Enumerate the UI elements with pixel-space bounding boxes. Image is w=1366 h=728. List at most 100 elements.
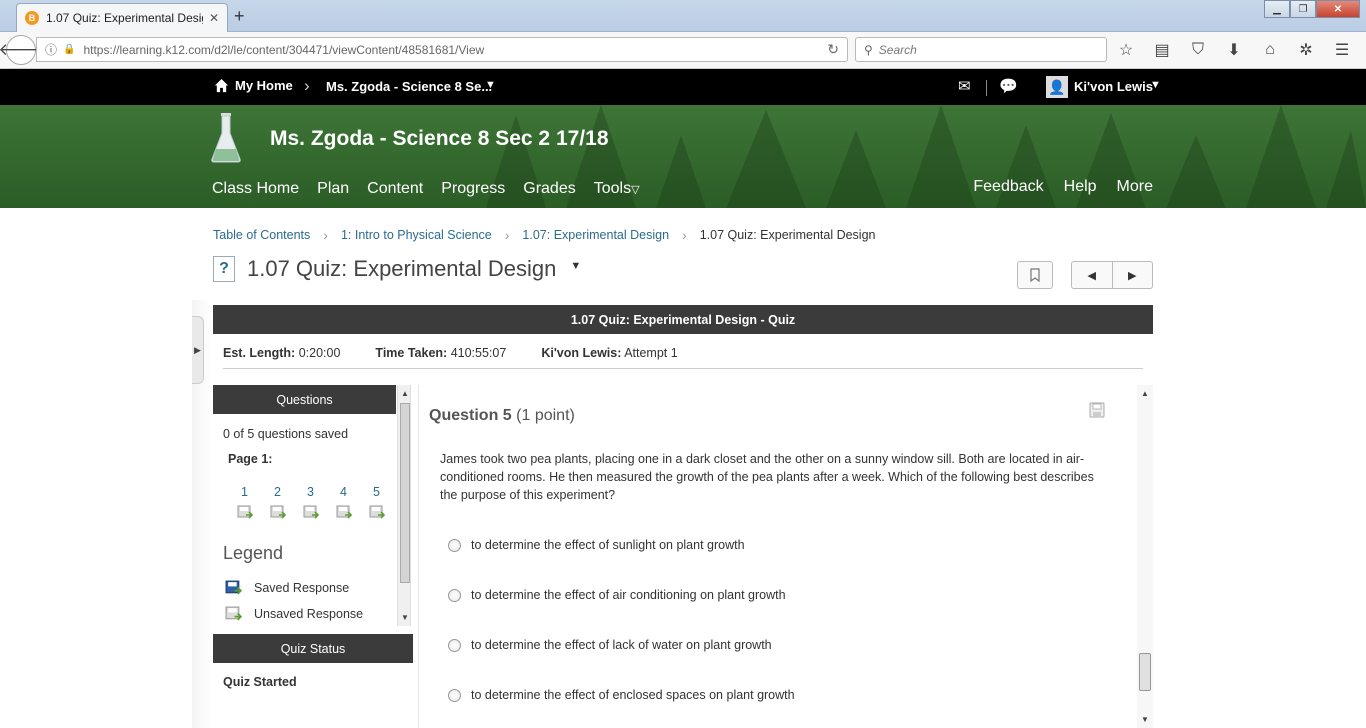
- nav-tools-label: Tools: [593, 180, 632, 197]
- scroll-up-icon[interactable]: ▲: [1141, 389, 1149, 398]
- close-tab-icon[interactable]: ✕: [209, 11, 219, 25]
- nav-plan[interactable]: Plan: [317, 180, 349, 198]
- message-alerts-icon[interactable]: ✉: [958, 77, 971, 95]
- chevron-down-icon[interactable]: ▼: [485, 79, 496, 91]
- chevron-down-icon[interactable]: ▼: [570, 260, 581, 272]
- course-selector[interactable]: Ms. Zgoda - Science 8 Se...: [326, 79, 492, 94]
- search-input[interactable]: ⚲ Search: [855, 37, 1107, 62]
- nav-progress[interactable]: Progress: [441, 180, 505, 198]
- breadcrumb-lesson[interactable]: 1.07: Experimental Design: [522, 228, 669, 242]
- back-button[interactable]: 🡐: [0, 35, 44, 65]
- flask-icon: [211, 113, 241, 163]
- nav-content[interactable]: Content: [367, 180, 423, 198]
- course-banner: Ms. Zgoda - Science 8 Sec 2 17/18 Class …: [0, 105, 1366, 208]
- answer-option-4[interactable]: to determine the effect of enclosed spac…: [448, 688, 795, 702]
- info-icon[interactable]: ⓘ: [45, 41, 57, 58]
- radio-button[interactable]: [448, 688, 461, 702]
- lock-icon: 🔒: [63, 44, 76, 55]
- course-title: Ms. Zgoda - Science 8 Sec 2 17/18: [270, 127, 609, 150]
- question-link-4[interactable]: 4: [327, 485, 360, 520]
- save-icon[interactable]: [1089, 402, 1105, 418]
- question-points: (1 point): [516, 407, 575, 424]
- question-link-3[interactable]: 3: [294, 485, 327, 520]
- bookmark-star-icon[interactable]: ☆: [1116, 40, 1136, 60]
- chevron-right-icon: ›: [304, 76, 310, 95]
- scrollbar-thumb[interactable]: [400, 403, 410, 583]
- question-link-1[interactable]: 1: [228, 485, 261, 520]
- reload-icon[interactable]: ↻: [827, 41, 839, 58]
- nav-class-home[interactable]: Class Home: [212, 180, 299, 198]
- page-title: 1.07 Quiz: Experimental Design: [247, 256, 557, 281]
- answer-option-1[interactable]: to determine the effect of sunlight on p…: [448, 538, 745, 552]
- pocket-icon[interactable]: ⛉: [1188, 40, 1208, 60]
- tab-title: 1.07 Quiz: Experimental Desig: [46, 11, 203, 25]
- extension-icon[interactable]: ✲: [1296, 40, 1316, 60]
- download-icon[interactable]: ⬇: [1224, 40, 1244, 60]
- question-link-2[interactable]: 2: [261, 485, 294, 520]
- browser-tab[interactable]: B 1.07 Quiz: Experimental Desig ✕: [16, 3, 228, 32]
- nav-feedback[interactable]: Feedback: [973, 178, 1043, 196]
- page-title-row: ? 1.07 Quiz: Experimental Design ▼: [213, 256, 581, 282]
- reading-list-icon[interactable]: ▤: [1152, 40, 1172, 60]
- quiz-status-text: Quiz Started: [223, 675, 297, 689]
- scroll-down-icon[interactable]: ▼: [1141, 715, 1149, 724]
- bookmark-button[interactable]: [1017, 261, 1053, 289]
- next-topic-button[interactable]: ▶: [1111, 262, 1153, 288]
- subscription-alerts-icon[interactable]: 💬: [999, 77, 1018, 95]
- nav-more[interactable]: More: [1117, 178, 1153, 196]
- question-label: Question 5: [429, 407, 512, 424]
- radio-button[interactable]: [448, 638, 461, 652]
- question-text: James took two pea plants, placing one i…: [440, 452, 1094, 502]
- question-number: 1: [241, 485, 248, 499]
- question-number: 3: [307, 485, 314, 499]
- unsaved-response-icon: [270, 505, 286, 519]
- scroll-down-icon[interactable]: ▼: [401, 613, 409, 622]
- radio-button[interactable]: [448, 588, 461, 602]
- question-number: 2: [274, 485, 281, 499]
- close-window-icon[interactable]: ✕: [1316, 0, 1360, 18]
- answer-option-2[interactable]: to determine the effect of air condition…: [448, 588, 786, 602]
- nav-grades[interactable]: Grades: [523, 180, 575, 198]
- question-area-scrollbar[interactable]: ▲ ▼: [1137, 385, 1153, 728]
- previous-topic-button[interactable]: ◀: [1072, 262, 1112, 288]
- divider: [223, 368, 1143, 369]
- url-text: https://learning.k12.com/d2l/le/content/…: [83, 42, 485, 57]
- questions-panel: Questions ▲ ▼ 0 of 5 questions saved Pag…: [213, 385, 411, 626]
- breadcrumb-unit[interactable]: 1: Intro to Physical Science: [341, 228, 492, 242]
- chevron-down-icon[interactable]: ▼: [1150, 79, 1161, 91]
- url-bar[interactable]: ⓘ 🔒 https://learning.k12.com/d2l/le/cont…: [36, 37, 848, 62]
- home-icon[interactable]: ⌂: [1260, 40, 1280, 60]
- question-link-5[interactable]: 5: [360, 485, 393, 520]
- menu-icon[interactable]: ☰: [1332, 40, 1352, 60]
- search-placeholder: Search: [878, 42, 917, 57]
- maximize-icon[interactable]: ❐: [1290, 0, 1316, 18]
- avatar[interactable]: 👤: [1046, 76, 1068, 98]
- est-length-value: 0:20:00: [298, 346, 341, 360]
- chevron-down-icon: ▽: [631, 184, 640, 196]
- questions-panel-scrollbar[interactable]: ▲ ▼: [397, 385, 410, 626]
- home-icon: [214, 78, 229, 93]
- user-name[interactable]: Ki'von Lewis: [1074, 79, 1153, 94]
- favicon-icon: B: [25, 11, 39, 25]
- radio-button[interactable]: [448, 538, 461, 552]
- scrollbar-thumb[interactable]: [1139, 653, 1151, 691]
- time-taken: Time Taken: 410:55:07: [375, 346, 506, 360]
- nav-tools[interactable]: Tools▽: [594, 180, 640, 198]
- breadcrumb-current: 1.07 Quiz: Experimental Design: [699, 228, 876, 242]
- unsaved-response-icon: [237, 505, 253, 519]
- time-taken-value: 410:55:07: [450, 346, 507, 360]
- page-label: Page 1:: [228, 452, 273, 466]
- browser-navbar: 🡐 ⓘ 🔒 https://learning.k12.com/d2l/le/co…: [0, 32, 1366, 69]
- answer-option-3[interactable]: to determine the effect of lack of water…: [448, 638, 772, 652]
- answer-option-label: to determine the effect of sunlight on p…: [471, 538, 745, 552]
- new-tab-icon[interactable]: +: [234, 6, 245, 27]
- attempt-info: Ki'von Lewis: Attempt 1: [541, 346, 677, 360]
- minimize-icon[interactable]: ▁: [1264, 0, 1290, 18]
- my-home-link[interactable]: My Home: [214, 78, 293, 93]
- course-navbar-right: Feedback Help More: [973, 178, 1153, 196]
- nav-help[interactable]: Help: [1064, 178, 1097, 196]
- scroll-up-icon[interactable]: ▲: [401, 389, 409, 398]
- legend-title: Legend: [223, 543, 284, 563]
- toc-toggle-button[interactable]: ▶: [192, 316, 204, 384]
- breadcrumb-table-of-contents[interactable]: Table of Contents: [213, 228, 310, 242]
